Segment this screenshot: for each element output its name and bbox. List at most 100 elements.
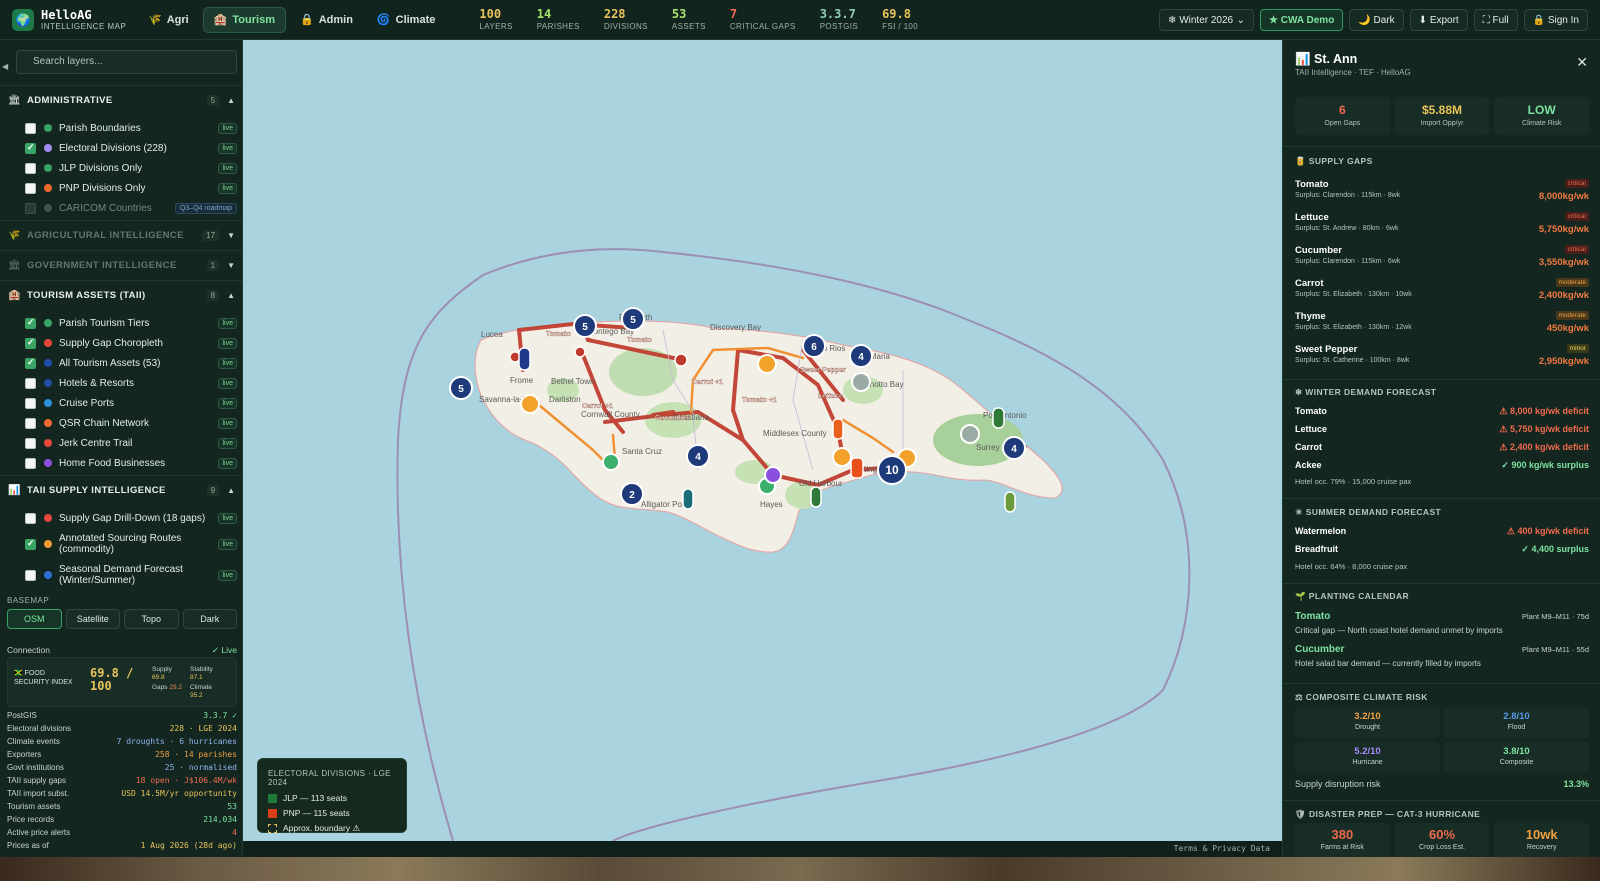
supply-gap-row[interactable]: Carrot Surplus: St. Elizabeth · 130km · 1… — [1295, 278, 1589, 308]
layer-item[interactable]: Parish Tourism Tiers live — [25, 313, 237, 333]
layer-checkbox[interactable] — [25, 437, 36, 449]
fsi-supply-label: Supply — [152, 666, 172, 673]
cluster-marker[interactable]: 4 — [686, 444, 710, 468]
basemap-satellite[interactable]: Satellite — [65, 609, 120, 629]
layer-checkbox[interactable] — [25, 417, 36, 429]
sign-in-button[interactable]: 🔒 Sign In — [1523, 9, 1588, 31]
map-attribution[interactable]: Terms & Privacy Data — [1174, 844, 1270, 853]
tab-tourism[interactable]: 🏨 Tourism — [202, 6, 286, 33]
search-input[interactable]: Search layers... — [16, 50, 237, 74]
layer-item[interactable]: Supply Gap Drill-Down (18 gaps) live — [25, 508, 237, 528]
layer-checkbox[interactable] — [25, 457, 36, 469]
stat-value: 3.3.7 — [819, 6, 856, 21]
layer-checkbox[interactable] — [25, 357, 36, 369]
logo[interactable]: 🌍 HelloAG INTELLIGENCE MAP — [0, 8, 138, 31]
tab-admin[interactable]: 🔒 Admin — [290, 7, 363, 33]
map-canvas[interactable]: Montego BayFalmouthDiscovery BayOcho Rio… — [243, 40, 1282, 841]
season-select[interactable]: ❄ Winter 2026 ⌄ — [1159, 9, 1255, 31]
layer-checkbox[interactable] — [25, 162, 36, 174]
climate-risk-card: 3.8/10 Composite — [1444, 742, 1589, 773]
cluster-count: 4 — [1011, 444, 1017, 455]
layer-item[interactable]: Parish Boundaries live — [25, 118, 237, 138]
layer-checkbox[interactable] — [25, 317, 36, 329]
marker-green-pin — [810, 486, 822, 508]
marker-orange — [757, 354, 777, 374]
tab-climate[interactable]: 🌀 Climate — [367, 7, 445, 33]
basemap-dark[interactable]: Dark — [182, 609, 237, 629]
supply-gap-row[interactable]: Lettuce Surplus: St. Andrew · 80km · 6wk c… — [1295, 212, 1589, 242]
cwa-demo-button[interactable]: ★ CWA Demo — [1260, 9, 1344, 31]
section-agricultural[interactable]: 🌾 AGRICULTURAL INTELLIGENCE 17 ▼ — [0, 220, 242, 250]
gap-surplus: Surplus: St. Elizabeth · 130km · 12wk — [1295, 324, 1412, 331]
layer-item[interactable]: All Tourism Assets (53) live — [25, 353, 237, 373]
supply-gap-row[interactable]: Thyme Surplus: St. Elizabeth · 130km · 12… — [1295, 311, 1589, 341]
place-label: Cornwall County — [581, 410, 640, 419]
section-tourism-assets[interactable]: 🏨 TOURISM ASSETS (TAII) 8 ▲ — [0, 280, 242, 310]
layer-checkbox[interactable] — [25, 512, 36, 524]
divider — [1283, 683, 1600, 684]
info-row: Price records 214,034 — [7, 815, 237, 824]
tab-label: Agri — [166, 13, 189, 26]
layer-item[interactable]: Cruise Ports live — [25, 393, 237, 413]
cluster-marker[interactable]: 5 — [573, 314, 597, 338]
layer-item[interactable]: CARICOM Countries Q3–Q4 roadmap — [25, 198, 237, 218]
place-label: Frome — [510, 376, 534, 385]
info-key: Active price alerts — [7, 828, 71, 837]
layer-checkbox[interactable] — [25, 337, 36, 349]
cluster-marker[interactable]: 5 — [621, 307, 645, 331]
building-icon: 🏛 — [8, 95, 21, 106]
supply-gap-row[interactable]: Cucumber Surplus: Clarendon · 115km · 6wk… — [1295, 245, 1589, 275]
layer-item[interactable]: Hotels & Resorts live — [25, 373, 237, 393]
export-button[interactable]: ⬇ Export — [1409, 9, 1468, 31]
kpi-value: LOW — [1527, 103, 1556, 117]
marker-navy-pin — [518, 347, 531, 371]
gap-commodity: Lettuce — [1295, 212, 1329, 223]
tab-agri[interactable]: 🌾 Agri — [138, 7, 199, 33]
layer-status-badge: live — [218, 122, 237, 134]
cluster-marker[interactable]: 10 — [877, 455, 907, 485]
planting-description: Hotel salad bar demand — currently fille… — [1295, 659, 1481, 668]
supply-gap-row[interactable]: Sweet Pepper Surplus: St. Catherine · 100… — [1295, 344, 1589, 374]
layer-item[interactable]: JLP Divisions Only live — [25, 158, 237, 178]
legend-row-jlp: JLP — 113 seats — [268, 793, 396, 803]
basemap-osm[interactable]: OSM — [7, 609, 62, 629]
layer-checkbox[interactable] — [25, 202, 36, 214]
layer-status-badge: live — [218, 357, 237, 369]
layer-item[interactable]: Home Food Businesses live — [25, 453, 237, 473]
cluster-marker[interactable]: 4 — [849, 344, 873, 368]
layer-label: Home Food Businesses — [59, 457, 166, 469]
layer-item[interactable]: QSR Chain Network live — [25, 413, 237, 433]
layer-item[interactable]: Supply Gap Choropleth live — [25, 333, 237, 353]
section-taii-supply[interactable]: 📊 TAII SUPPLY INTELLIGENCE 9 ▲ — [0, 475, 242, 505]
cluster-marker[interactable]: 2 — [620, 482, 644, 506]
cluster-marker[interactable]: 4 — [1002, 436, 1026, 460]
layer-checkbox[interactable] — [25, 538, 36, 550]
layer-checkbox[interactable] — [25, 377, 36, 389]
food-security-index-card: 🇯🇲 FOOD SECURITY INDEX 69.8 / 100 Supply… — [7, 657, 237, 707]
layer-item[interactable]: Jerk Centre Trail live — [25, 433, 237, 453]
layer-checkbox[interactable] — [25, 569, 36, 581]
layer-checkbox[interactable] — [25, 122, 36, 134]
layer-checkbox[interactable] — [25, 397, 36, 409]
kpi-card: $5.88M Import Opp/yr — [1394, 97, 1490, 135]
layer-status-badge: live — [218, 337, 237, 349]
layer-item[interactable]: Seasonal Demand Forecast (Winter/Summer)… — [25, 560, 237, 590]
fullscreen-button[interactable]: ⛶ Full — [1473, 9, 1518, 31]
layer-item[interactable]: PNP Divisions Only live — [25, 178, 237, 198]
layer-item[interactable]: Electoral Divisions (228) live — [25, 138, 237, 158]
section-government[interactable]: 🏛 GOVERNMENT INTELLIGENCE 1 ▼ — [0, 250, 242, 280]
layer-checkbox[interactable] — [25, 142, 36, 154]
cluster-marker[interactable]: 6 — [802, 334, 826, 358]
section-title: ADMINISTRATIVE — [27, 95, 113, 106]
layer-item[interactable]: Annotated Sourcing Routes (commodity) liv… — [25, 528, 237, 560]
layer-checkbox[interactable] — [25, 182, 36, 194]
supply-gap-row[interactable]: Tomato Surplus: Clarendon · 115km · 8wk cr… — [1295, 179, 1589, 209]
gap-severity-badge: critical — [1564, 212, 1589, 221]
section-administrative[interactable]: 🏛 ADMINISTRATIVE 5 ▲ — [0, 85, 242, 115]
dark-mode-button[interactable]: 🌙 Dark — [1349, 9, 1404, 31]
cluster-marker[interactable]: 5 — [449, 376, 473, 400]
basemap-topo[interactable]: Topo — [124, 609, 179, 629]
collapse-sidebar-icon[interactable]: ◀ — [2, 62, 8, 71]
close-icon[interactable]: ✕ — [1576, 54, 1588, 71]
legend-swatch — [268, 793, 277, 803]
